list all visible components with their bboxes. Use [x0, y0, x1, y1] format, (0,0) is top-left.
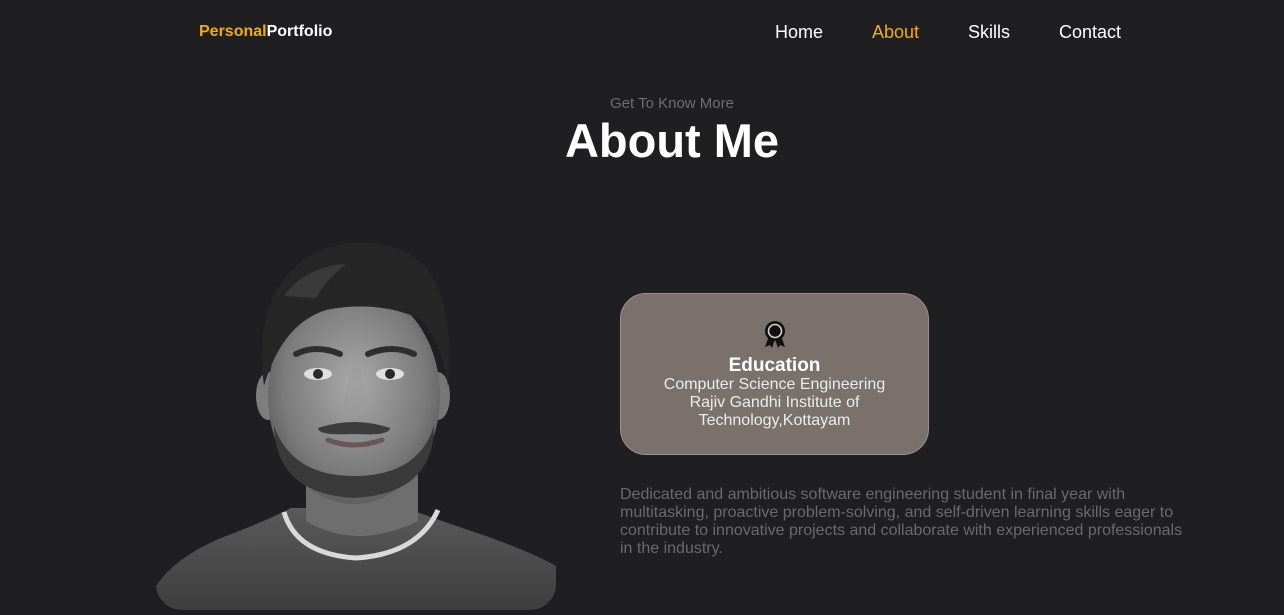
profile-photo [156, 236, 556, 610]
about-description: Dedicated and ambitious software enginee… [620, 486, 1183, 557]
award-icon [765, 321, 785, 348]
education-institute-line2: Technology,Kottayam [698, 412, 851, 429]
education-degree: Computer Science Engineering [663, 376, 886, 393]
nav-home[interactable]: Home [775, 21, 823, 43]
education-card: Education Computer Science Engineering R… [620, 293, 929, 455]
nav-skills[interactable]: Skills [968, 21, 1010, 43]
main-nav: Home About Skills Contact [0, 21, 1284, 43]
portfolio-page: PersonalPortfolio Home About Skills Cont… [0, 0, 1284, 615]
education-institute-line1: Rajiv Gandhi Institute of [689, 394, 860, 411]
section-eyebrow: Get To Know More [610, 95, 734, 112]
nav-about[interactable]: About [872, 21, 919, 43]
nav-contact[interactable]: Contact [1059, 21, 1121, 43]
education-title: Education [728, 355, 821, 376]
section-title: About Me [564, 114, 780, 167]
